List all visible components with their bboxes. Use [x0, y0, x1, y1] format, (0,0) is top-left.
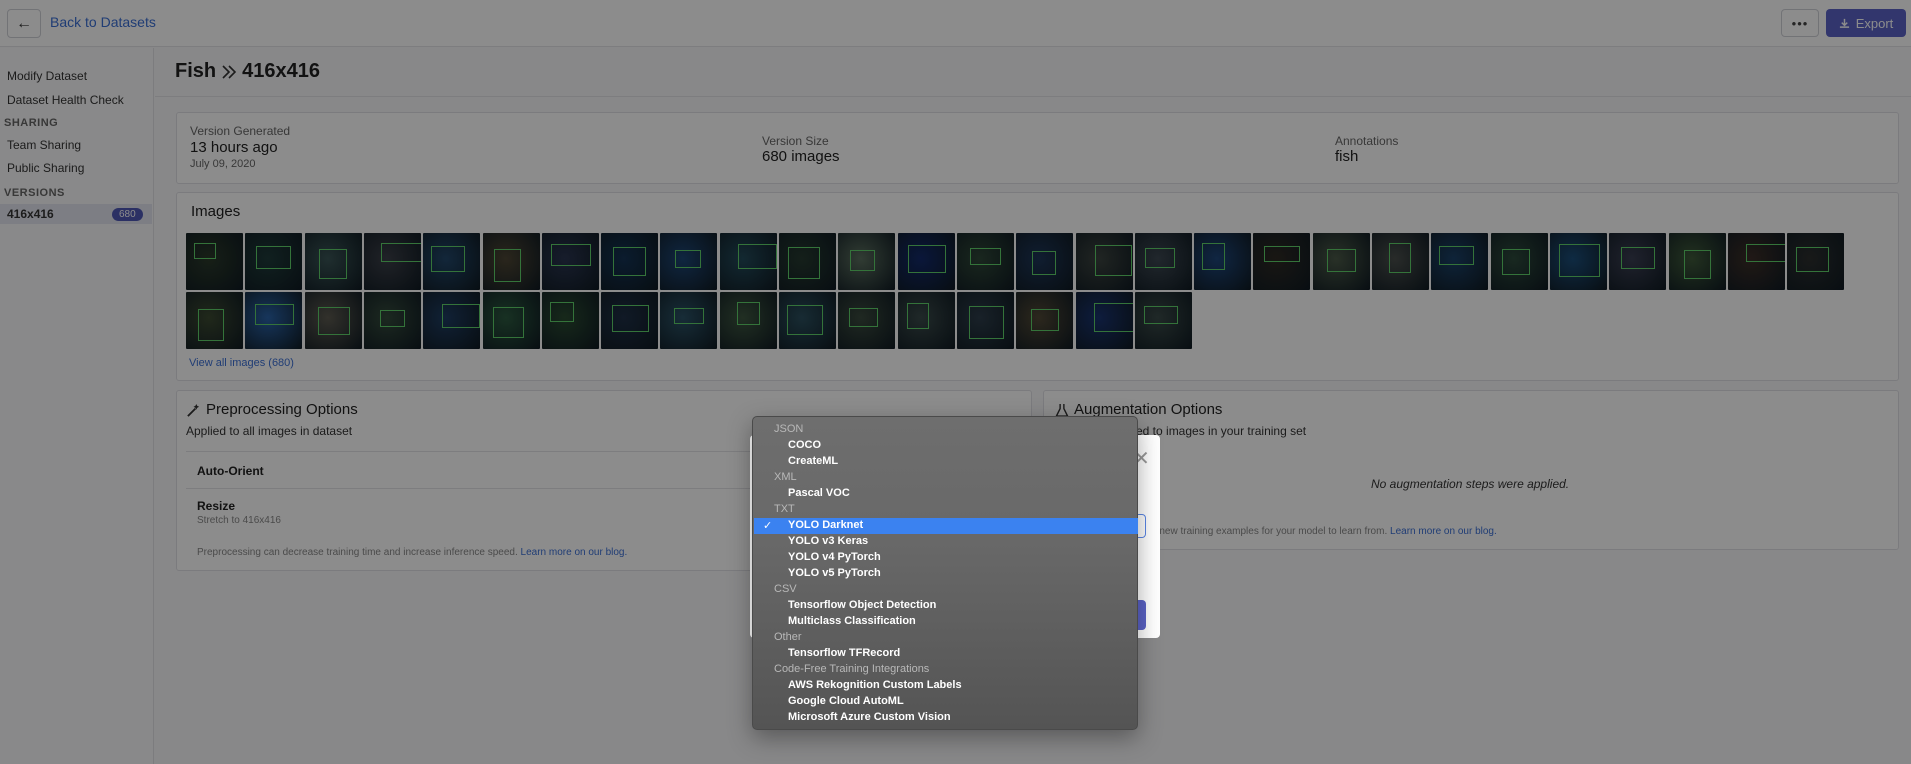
dropdown-option-label: YOLO v4 PyTorch	[788, 551, 881, 563]
dropdown-option[interactable]: Tensorflow Object Detection	[754, 598, 1138, 614]
dropdown-option[interactable]: YOLO v5 PyTorch	[754, 566, 1138, 582]
dropdown-group-label: Other	[774, 631, 802, 643]
dropdown-group-label: XML	[774, 471, 797, 483]
dropdown-option[interactable]: Microsoft Azure Custom Vision	[754, 710, 1138, 726]
dropdown-option-label: Tensorflow TFRecord	[788, 647, 901, 659]
dropdown-option-label: Pascal VOC	[788, 487, 850, 499]
dropdown-option-label: YOLO Darknet	[788, 519, 864, 531]
dropdown-option-label: YOLO v5 PyTorch	[788, 567, 881, 579]
dropdown-option-label: Google Cloud AutoML	[788, 695, 904, 707]
dropdown-option[interactable]: Pascal VOC	[754, 486, 1138, 502]
dropdown-group-label: Code-Free Training Integrations	[774, 663, 930, 675]
dropdown-group-label: JSON	[774, 423, 804, 435]
dropdown-option-label: Multiclass Classification	[788, 615, 916, 627]
continue-button[interactable]	[1138, 600, 1146, 630]
dropdown-option[interactable]: Google Cloud AutoML	[754, 694, 1138, 710]
dropdown-option[interactable]: AWS Rekognition Custom Labels	[754, 678, 1138, 694]
dropdown-option[interactable]: COCO	[754, 438, 1138, 454]
dropdown-option[interactable]: YOLO v3 Keras	[754, 534, 1138, 550]
dropdown-option-label: Tensorflow Object Detection	[788, 599, 937, 611]
checkmark-icon: ✓	[763, 520, 773, 532]
dropdown-option-label: AWS Rekognition Custom Labels	[788, 679, 962, 691]
dropdown-group-label: TXT	[774, 503, 795, 515]
dropdown-option-label: Microsoft Azure Custom Vision	[788, 711, 951, 723]
dropdown-option[interactable]: Multiclass Classification	[754, 614, 1138, 630]
dropdown-option[interactable]: Tensorflow TFRecord	[754, 646, 1138, 662]
dropdown-option[interactable]: YOLO v4 PyTorch	[754, 550, 1138, 566]
dropdown-option[interactable]: CreateML	[754, 454, 1138, 470]
format-dropdown-menu: JSON COCO CreateML XML Pascal VOC TXT ✓ YOLO Da…	[752, 416, 1138, 730]
dropdown-option-label: CreateML	[788, 455, 839, 467]
dropdown-option-label: COCO	[788, 439, 821, 451]
format-select[interactable]	[1138, 514, 1146, 538]
dropdown-option[interactable]: ✓ YOLO Darknet	[754, 518, 1138, 534]
dropdown-group-label: CSV	[774, 583, 797, 595]
dropdown-option-label: YOLO v3 Keras	[788, 535, 869, 547]
